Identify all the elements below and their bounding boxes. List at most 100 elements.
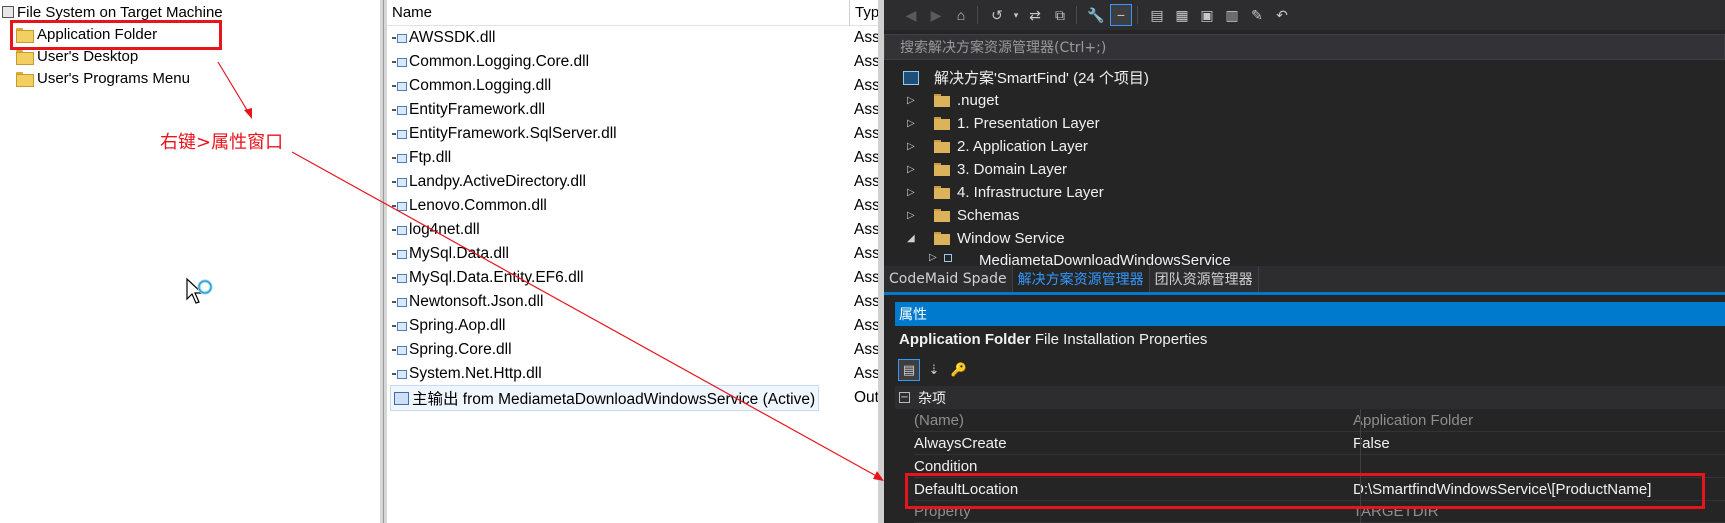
file-name: Common.Logging.Core.dll <box>409 53 590 70</box>
property-value: Application Folder <box>1353 411 1474 429</box>
solution-node[interactable]: ▷ 4. Infrastructure Layer <box>884 181 1725 204</box>
file-row[interactable]: log4net.dll Ass <box>387 218 884 242</box>
file-row[interactable]: Common.Logging.Core.dll Ass <box>387 50 884 74</box>
file-name: Spring.Aop.dll <box>409 317 506 334</box>
solution-root[interactable]: 解决方案'SmartFind' (24 个项目) <box>884 66 1725 89</box>
file-row[interactable]: System.Net.Http.dll Ass <box>387 362 884 386</box>
solution-node[interactable]: ◢ Window Service <box>884 227 1725 250</box>
solution-node[interactable]: ▷ 3. Domain Layer <box>884 158 1725 181</box>
expand-arrow-icon[interactable]: ▷ <box>907 141 917 152</box>
file-name: Spring.Core.dll <box>409 341 512 358</box>
property-category[interactable]: − 杂项 <box>895 386 1725 409</box>
class-view-icon[interactable]: ▦ <box>1171 4 1193 26</box>
toolbar-separator <box>1137 6 1138 24</box>
file-list: Name Typ AWSSDK.dll Ass Common.Logging.Co… <box>387 0 884 523</box>
edit-icon[interactable]: ✎ <box>1246 4 1268 26</box>
properties-object-selector[interactable]: Application Folder File Installation Pro… <box>899 331 1207 348</box>
solution-folder-icon <box>934 209 950 222</box>
back-icon[interactable]: ◀ <box>900 4 922 26</box>
solution-label: 解决方案'SmartFind' (24 个项目) <box>934 70 1149 87</box>
solution-node[interactable]: ▷ Schemas <box>884 204 1725 227</box>
solution-node[interactable]: ▷ .nuget <box>884 89 1725 112</box>
file-row[interactable]: Newtonsoft.Json.dll Ass <box>387 290 884 314</box>
collapse-toggle-icon[interactable]: − <box>899 392 910 403</box>
alphabetical-icon[interactable]: ⇣ <box>923 359 945 381</box>
solution-node-label: 4. Infrastructure Layer <box>957 184 1104 201</box>
property-name: Condition <box>914 457 978 475</box>
solution-node-label: Window Service <box>957 230 1065 247</box>
file-name: Ftp.dll <box>409 149 452 166</box>
assembly-icon <box>392 201 407 211</box>
file-row[interactable]: Common.Logging.dll Ass <box>387 74 884 98</box>
solution-node[interactable]: ▷ 2. Application Layer <box>884 135 1725 158</box>
assembly-icon <box>392 321 407 331</box>
file-row[interactable]: Landpy.ActiveDirectory.dll Ass <box>387 170 884 194</box>
file-row[interactable]: Spring.Aop.dll Ass <box>387 314 884 338</box>
property-pages-icon[interactable]: 🔑 <box>948 359 970 381</box>
home-icon[interactable]: ⌂ <box>950 4 972 26</box>
file-row[interactable]: EntityFramework.SqlServer.dll Ass <box>387 122 884 146</box>
assembly-icon <box>392 177 407 187</box>
property-value[interactable]: False <box>1353 435 1390 452</box>
solution-node[interactable]: ▷ 1. Presentation Layer <box>884 112 1725 135</box>
highlight-box-default-location <box>905 473 1705 509</box>
show-all-files-icon[interactable]: ▤ <box>1146 4 1168 26</box>
properties-icon[interactable]: 🔧 <box>1085 4 1107 26</box>
column-header-name[interactable]: Name <box>387 0 849 26</box>
file-row-primary-output[interactable]: 主输出 from MediametaDownloadWindowsService… <box>387 385 884 411</box>
forward-icon[interactable]: ▶ <box>925 4 947 26</box>
pending-changes-icon[interactable]: − <box>1110 4 1132 26</box>
sync-icon[interactable]: ⇄ <box>1024 4 1046 26</box>
busy-cursor-icon <box>186 277 213 304</box>
categorized-icon[interactable]: ▤ <box>898 359 920 381</box>
expand-arrow-icon[interactable]: ▷ <box>929 252 939 263</box>
solution-node-label: .nuget <box>957 92 999 109</box>
assembly-icon <box>392 297 407 307</box>
file-name: System.Net.Http.dll <box>409 365 542 382</box>
properties-object-type: File Installation Properties <box>1034 331 1208 348</box>
assembly-icon <box>392 225 407 235</box>
assembly-icon <box>392 369 407 379</box>
collapse-arrow-icon[interactable]: ◢ <box>907 233 917 244</box>
new-folder-icon[interactable]: ▣ <box>1196 4 1218 26</box>
file-row[interactable]: Ftp.dll Ass <box>387 146 884 170</box>
assembly-icon <box>392 129 407 139</box>
solution-node[interactable]: ▷ MediametaDownloadWindowsService <box>884 250 1725 266</box>
file-row[interactable]: Lenovo.Common.dll Ass <box>387 194 884 218</box>
history-icon[interactable]: ↺ <box>986 4 1008 26</box>
file-row[interactable]: MySql.Data.Entity.EF6.dll Ass <box>387 266 884 290</box>
expand-arrow-icon[interactable]: ▷ <box>907 95 917 106</box>
undo-icon[interactable]: ↶ <box>1271 4 1293 26</box>
file-row[interactable]: EntityFramework.dll Ass <box>387 98 884 122</box>
tree-item-label: User's Desktop <box>37 47 139 65</box>
properties-title: 属性 <box>895 302 1725 326</box>
expand-arrow-icon[interactable]: ▷ <box>907 210 917 221</box>
tree-item-users-programs-menu[interactable]: User's Programs Menu <box>16 67 190 89</box>
tree-root[interactable]: File System on Target Machine <box>2 2 223 22</box>
solution-folder-icon <box>934 94 950 107</box>
file-system-tree: File System on Target Machine Applicatio… <box>0 0 380 523</box>
expand-arrow-icon[interactable]: ▷ <box>907 164 917 175</box>
file-row[interactable]: Spring.Core.dll Ass <box>387 338 884 362</box>
collapse-icon[interactable]: ⧉ <box>1049 4 1071 26</box>
file-row[interactable]: MySql.Data.dll Ass <box>387 242 884 266</box>
solution-search-input[interactable]: 搜索解决方案资源管理器(Ctrl+;) <box>884 34 1725 60</box>
file-name: log4net.dll <box>409 221 480 238</box>
properties-toolbar: ▤ ⇣ 🔑 <box>898 358 973 382</box>
file-name: MySql.Data.Entity.EF6.dll <box>409 269 584 286</box>
assembly-icon <box>392 153 407 163</box>
tool-window-tabs: CodeMaid Spade 解决方案资源管理器 团队资源管理器 <box>884 266 1725 292</box>
property-row[interactable]: AlwaysCreate False <box>914 432 1725 455</box>
expand-arrow-icon[interactable]: ▷ <box>907 118 917 129</box>
expand-arrow-icon[interactable]: ▷ <box>907 187 917 198</box>
preview-icon[interactable]: ▥ <box>1221 4 1243 26</box>
property-row[interactable]: (Name) Application Folder <box>914 409 1725 432</box>
file-name: EntityFramework.dll <box>409 101 546 118</box>
file-row[interactable]: AWSSDK.dll Ass <box>387 26 884 50</box>
tab-solution-explorer[interactable]: 解决方案资源管理器 <box>1012 266 1150 292</box>
chevron-down-icon[interactable]: ▾ <box>1011 4 1021 26</box>
tab-team-explorer[interactable]: 团队资源管理器 <box>1150 266 1259 292</box>
property-name: AlwaysCreate <box>914 434 1007 452</box>
tab-codemaid-spade[interactable]: CodeMaid Spade <box>884 266 1013 292</box>
solution-node-label: MediametaDownloadWindowsService <box>979 252 1231 266</box>
